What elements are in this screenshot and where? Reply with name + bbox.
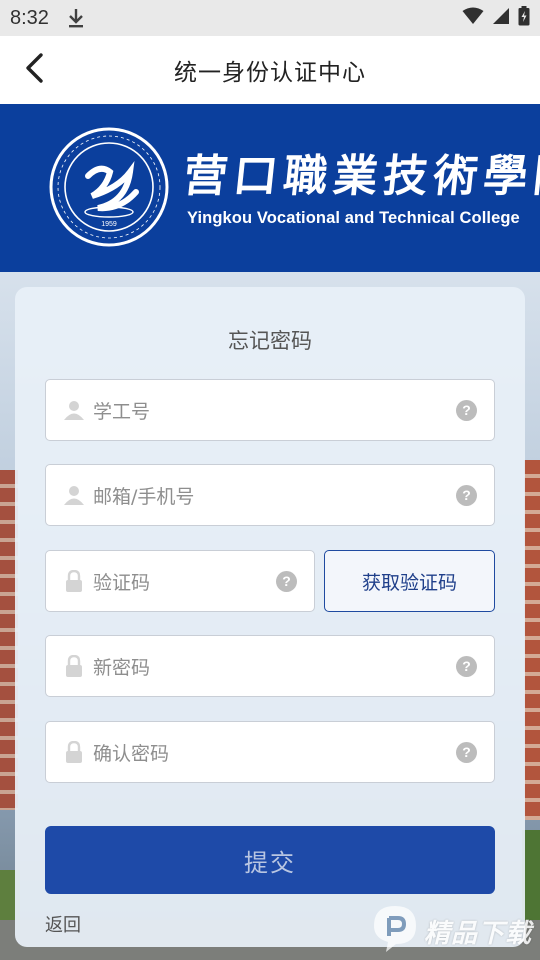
chevron-left-icon [24, 52, 44, 88]
help-icon[interactable]: ? [276, 570, 297, 592]
watermark-text: 精品下载 [424, 918, 533, 949]
new-password-field[interactable]: 新密码 ? [45, 635, 495, 697]
status-bar: 8:32 [0, 0, 540, 36]
watermark: 精品下载 [372, 902, 540, 960]
form-title: 忘记密码 [228, 329, 312, 353]
email-phone-field[interactable]: 邮箱/手机号 ? [45, 464, 495, 526]
new-password-placeholder: 新密码 [93, 656, 151, 679]
lock-icon [63, 654, 85, 677]
building-right [524, 460, 540, 820]
submit-button[interactable]: 提交 [45, 826, 495, 894]
student-id-field[interactable]: 学工号 ? [45, 379, 495, 441]
status-time: 8:32 [10, 6, 49, 29]
user-icon [63, 484, 85, 506]
lock-icon [63, 569, 85, 592]
college-banner: 1959 营口職業技術學院 Yingkou Vocational and Tec… [0, 104, 540, 272]
confirm-password-field[interactable]: 确认密码 ? [45, 721, 495, 783]
verification-code-placeholder: 验证码 [93, 571, 151, 594]
wifi-icon [462, 7, 484, 30]
forgot-password-card: 忘记密码 学工号 ? 邮箱/手机号 ? 验证码 ? 获取验证码 新密码 ? 确认… [15, 287, 525, 947]
email-phone-placeholder: 邮箱/手机号 [93, 485, 195, 508]
user-icon [63, 399, 85, 421]
app-header: 统一身份认证中心 [0, 36, 540, 104]
battery-icon [518, 5, 530, 31]
lock-icon [63, 740, 85, 763]
college-name-cn: 营口職業技術學院 [180, 151, 540, 202]
back-link[interactable]: 返回 [45, 911, 81, 937]
signal-icon [492, 7, 510, 30]
page-title: 统一身份认证中心 [174, 60, 366, 86]
emblem-year: 1959 [101, 221, 117, 228]
confirm-password-placeholder: 确认密码 [93, 742, 170, 765]
college-emblem-logo: 1959 [48, 126, 170, 248]
college-name-en: Yingkou Vocational and Technical College [187, 209, 520, 227]
get-code-button[interactable]: 获取验证码 [324, 550, 495, 612]
student-id-placeholder: 学工号 [93, 400, 151, 423]
help-icon[interactable]: ? [456, 484, 477, 506]
help-icon[interactable]: ? [456, 399, 477, 421]
help-icon[interactable]: ? [456, 655, 477, 677]
watermark-logo-icon [372, 904, 418, 958]
download-icon [67, 7, 85, 29]
help-icon[interactable]: ? [456, 741, 477, 763]
back-button[interactable] [14, 48, 54, 92]
verification-code-field[interactable]: 验证码 ? [45, 550, 315, 612]
